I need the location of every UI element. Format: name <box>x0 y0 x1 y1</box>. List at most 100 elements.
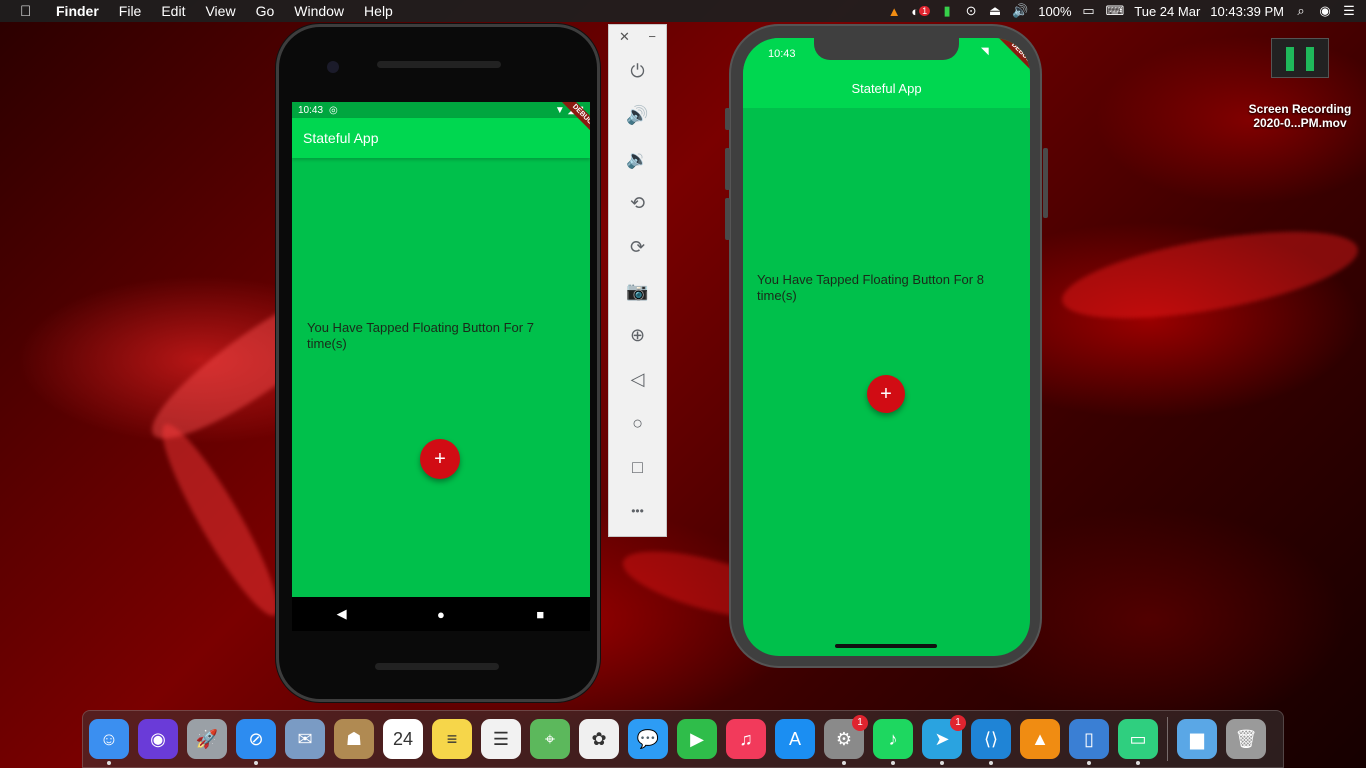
volume-up-side-button <box>725 148 730 190</box>
menu-go[interactable]: Go <box>246 0 285 22</box>
nav-recents-button[interactable]: ■ <box>525 607 555 622</box>
downloads-folder-icon: ▆ <box>1190 728 1204 749</box>
nav-back-button[interactable]: ◀ <box>327 606 357 622</box>
more-icon: ••• <box>631 504 644 518</box>
ios-increment-fab[interactable]: + <box>867 375 905 413</box>
dock-safari[interactable]: ⊘ <box>236 719 276 765</box>
dock-badge: 1 <box>950 715 966 731</box>
menu-window[interactable]: Window <box>284 0 354 22</box>
spotlight-search-icon[interactable]: ⌕ <box>1294 3 1308 19</box>
menu-file[interactable]: File <box>109 0 152 22</box>
menu-time[interactable]: 10:43:39 PM <box>1210 4 1284 19</box>
mail-icon: ✉ <box>297 728 313 749</box>
volume-up-icon: 🔊 <box>626 104 649 125</box>
eject-status-icon[interactable]: ⏏ <box>988 3 1002 19</box>
running-indicator <box>254 761 258 765</box>
volume-down-side-button <box>725 198 730 240</box>
zoom-button[interactable]: ⊕ <box>609 313 666 357</box>
notification-center-icon[interactable]: ☰ <box>1342 3 1356 19</box>
dock-telegram[interactable]: ➤ 1 <box>922 715 966 765</box>
toolbar-minimize-button[interactable]: − <box>648 29 656 45</box>
home-indicator[interactable] <box>835 644 937 648</box>
notification-status-icon[interactable]: ◐ 1 <box>911 4 931 19</box>
android-nav-bar: ◀ ● ■ <box>292 597 590 631</box>
dock-trash[interactable]: 🗑 <box>1226 719 1266 759</box>
volume-status-icon[interactable]: 🔊 <box>1012 3 1028 19</box>
dock-mail[interactable]: ✉ <box>285 719 325 759</box>
signal-status-icon[interactable]: ▮ <box>940 3 954 19</box>
notes-icon: ≡ <box>446 728 458 749</box>
menu-edit[interactable]: Edit <box>151 0 195 22</box>
android-increment-fab[interactable]: + <box>420 439 460 479</box>
vlc-icon: ▲ <box>1031 728 1049 749</box>
dock-messages[interactable]: 💬 <box>628 719 668 759</box>
volume-down-icon: 🔉 <box>626 148 649 169</box>
ios-simulator-device: 10:43 ◥ Stateful App DEBUG You Have Tapp… <box>725 24 1048 668</box>
menu-view[interactable]: View <box>195 0 245 22</box>
menu-date[interactable]: Tue 24 Mar <box>1134 4 1200 19</box>
dock-photos[interactable]: ✿ <box>579 719 619 759</box>
wallpaper-streak <box>147 414 293 626</box>
menu-help[interactable]: Help <box>354 0 403 22</box>
rotate-left-icon: ⟲ <box>629 192 646 213</box>
wifi-icon: ▼ <box>554 104 565 116</box>
android-studio-emulator-icon: ▭ <box>1129 728 1147 749</box>
camera-icon: 📷 <box>626 280 649 301</box>
dock-notes[interactable]: ≡ <box>432 719 472 759</box>
volume-down-button[interactable]: 🔉 <box>609 137 666 181</box>
dock-maps[interactable]: ⌖ <box>530 719 570 759</box>
dock-vscode[interactable]: ⟨⟩ <box>971 719 1011 765</box>
dock-spotify[interactable]: ♪ <box>873 719 913 765</box>
running-indicator <box>989 761 993 765</box>
dock-vlc[interactable]: ▲ <box>1020 719 1060 759</box>
dock-downloads-folder[interactable]: ▆ <box>1177 719 1217 759</box>
menu-app-name[interactable]: Finder <box>46 0 109 22</box>
power-button[interactable]: ⏻ <box>609 49 666 93</box>
messages-icon: 💬 <box>636 728 660 749</box>
siri-status-icon[interactable]: ◉ <box>1318 3 1332 19</box>
running-indicator <box>842 761 846 765</box>
dock-android-studio-emulator[interactable]: ▭ <box>1118 719 1158 765</box>
home-icon: ○ <box>632 412 643 433</box>
android-screen[interactable]: 10:43 ◎ ▼◢▮ Stateful App DEBUG You Have … <box>292 102 590 597</box>
dock-contacts[interactable]: ☗ <box>334 719 374 759</box>
sync-icon: ◎ <box>329 104 338 116</box>
dock-finder[interactable]: ☺ <box>89 719 129 765</box>
dock-app-store[interactable]: A <box>775 719 815 759</box>
volume-up-button[interactable]: 🔊 <box>609 93 666 137</box>
android-app-bar: Stateful App <box>292 118 590 158</box>
utility-status-icon[interactable]: ⊙ <box>964 3 978 19</box>
back-button[interactable]: ◁ <box>609 357 666 401</box>
more-button[interactable]: ••• <box>609 489 666 533</box>
dock-siri[interactable]: ◉ <box>138 719 178 759</box>
dock-launchpad[interactable]: 🚀 <box>187 719 227 759</box>
toolbar-close-button[interactable]: ✕ <box>619 29 630 45</box>
dock-separator <box>1167 717 1168 761</box>
screenshot-button[interactable]: 📷 <box>609 269 666 313</box>
keyboard-status-icon[interactable]: ⌨ <box>1106 3 1125 19</box>
dock-badge: 1 <box>852 715 868 731</box>
dock-music[interactable]: ♫ <box>726 719 766 759</box>
vlc-status-icon[interactable]: ▲ <box>887 4 901 19</box>
battery-percent[interactable]: 100% <box>1038 4 1071 19</box>
dock-system-preferences[interactable]: ⚙ 1 <box>824 715 868 765</box>
overview-button[interactable]: □ <box>609 445 666 489</box>
desktop-file-screen-recording[interactable]: Screen Recording 2020-0...PM.mov <box>1240 38 1360 130</box>
home-button[interactable]: ○ <box>609 401 666 445</box>
apple-menu-icon[interactable]:  <box>10 3 46 20</box>
dock-facetime[interactable]: ▶ <box>677 719 717 759</box>
file-name-line1: Screen Recording <box>1248 102 1352 116</box>
power-icon: ⏻ <box>630 60 645 81</box>
ios-screen[interactable]: 10:43 ◥ Stateful App DEBUG You Have Tapp… <box>743 38 1030 656</box>
rotate-right-button[interactable]: ⟳ <box>609 225 666 269</box>
ios-app-title: Stateful App <box>851 81 922 96</box>
front-camera <box>327 61 339 73</box>
dock-simulator[interactable]: ▯ <box>1069 719 1109 765</box>
maps-icon: ⌖ <box>544 728 556 749</box>
battery-icon[interactable]: ▭ <box>1082 3 1096 19</box>
dock-calendar[interactable]: 24 <box>383 719 423 759</box>
dock-reminders[interactable]: ☰ <box>481 719 521 759</box>
nav-home-button[interactable]: ● <box>426 607 456 622</box>
menu-bar:  Finder File Edit View Go Window Help ▲… <box>0 0 1366 22</box>
rotate-left-button[interactable]: ⟲ <box>609 181 666 225</box>
